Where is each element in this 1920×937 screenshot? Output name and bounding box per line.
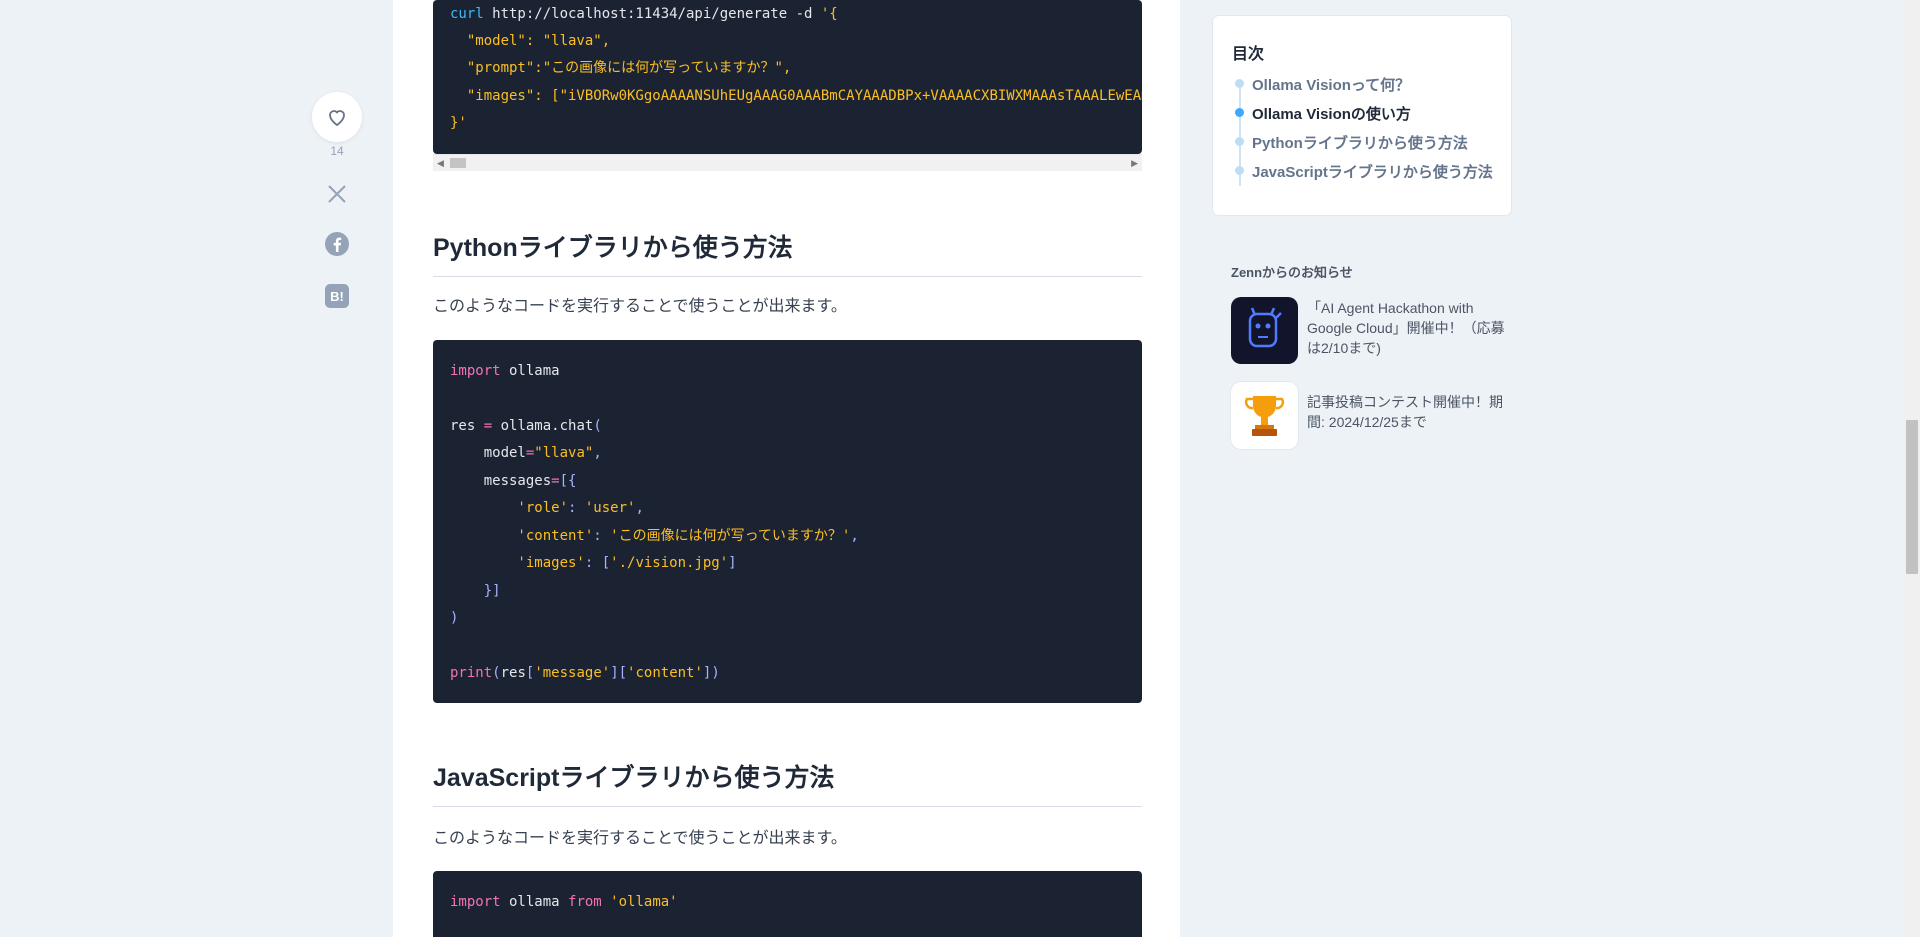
toc-title: 目次 [1232,46,1265,63]
code-line: curl http://localhost:11434/api/generate… [450,6,838,22]
toc-dot [1235,166,1244,175]
code-line: import ollama [450,363,560,379]
notice-text: 記事投稿コンテスト開催中！期間: 2024/12/25まで [1307,394,1503,430]
paragraph-python-intro: このようなコードを実行することで使うことが出来ます。 [433,298,847,315]
code-block-javascript: import ollama from 'ollama' [433,871,1142,937]
code-line: res = ollama.chat( [450,418,602,434]
heading-javascript: JavaScriptライブラリから使う方法 [433,758,1142,807]
code-line: "model": "llava", [450,33,611,49]
heading-python: Pythonライブラリから使う方法 [433,228,1142,277]
table-of-contents: 目次 Ollama Visionって何？ Ollama Visionの使い方 P… [1213,16,1511,215]
page-vertical-scrollbar[interactable] [1903,0,1920,937]
hatena-bookmark-icon[interactable]: B! [322,281,352,311]
code-line: 'role': 'user', [450,500,644,516]
scroll-left-icon[interactable]: ◀ [437,158,444,169]
code-block-curl: curl http://localhost:11434/api/generate… [433,0,1142,154]
code-line: model="llava", [450,445,602,461]
toc-item-how-to-use[interactable]: Ollama Visionの使い方 [1252,103,1411,124]
notices-heading: Zennからのお知らせ [1231,265,1353,280]
code-line: 'content': 'この画像には何が写っていますか？', [450,528,859,544]
code-line: "prompt":"この画像には何が写っていますか？", [450,60,792,76]
code-line: messages=[{ [450,473,577,489]
maneki-neko-robot-icon [1231,297,1298,364]
heart-icon [329,110,345,127]
like-count: 14 [330,144,344,158]
like-button[interactable] [312,92,362,142]
notice-hackathon[interactable]: 「AI Agent Hackathon with Google Cloud」開催… [1231,297,1521,367]
notice-contest[interactable]: 記事投稿コンテスト開催中！期間: 2024/12/25まで [1231,382,1521,452]
code-line: print(res['message']['content']) [450,665,720,681]
x-share-icon[interactable] [322,179,352,209]
svg-text:B!: B! [330,289,344,304]
code-horizontal-scrollbar[interactable]: ◀ ▶ [433,154,1142,171]
code-line: ) [450,610,459,626]
code-line: }] [450,583,501,599]
code-block-python: import ollama res = ollama.chat( model="… [433,340,1142,703]
toc-item-python[interactable]: Pythonライブラリから使う方法 [1252,132,1468,153]
code-line: }' [450,115,467,131]
code-line: import ollama from 'ollama' [450,894,678,910]
paragraph-javascript-intro: このようなコードを実行することで使うことが出来ます。 [433,830,847,847]
toc-item-javascript[interactable]: JavaScriptライブラリから使う方法 [1252,161,1493,182]
toc-item-what-is-ollama-vision[interactable]: Ollama Visionって何？ [1252,74,1410,95]
toc-dot [1235,137,1244,146]
scroll-right-icon[interactable]: ▶ [1131,158,1138,169]
facebook-share-icon[interactable] [322,229,352,259]
scrollbar-thumb[interactable] [450,158,466,168]
scrollbar-thumb[interactable] [1906,420,1918,574]
trophy-icon [1231,382,1298,449]
toc-dot [1235,79,1244,88]
toc-dot-active [1235,108,1244,117]
code-line: "images": ["iVBORw0KGgoAAAANSUhEUgAAAG0A… [466,88,1142,104]
notice-text: 「AI Agent Hackathon with Google Cloud」開催… [1307,300,1505,356]
code-line: 'images': ['./vision.jpg'] [450,555,737,571]
